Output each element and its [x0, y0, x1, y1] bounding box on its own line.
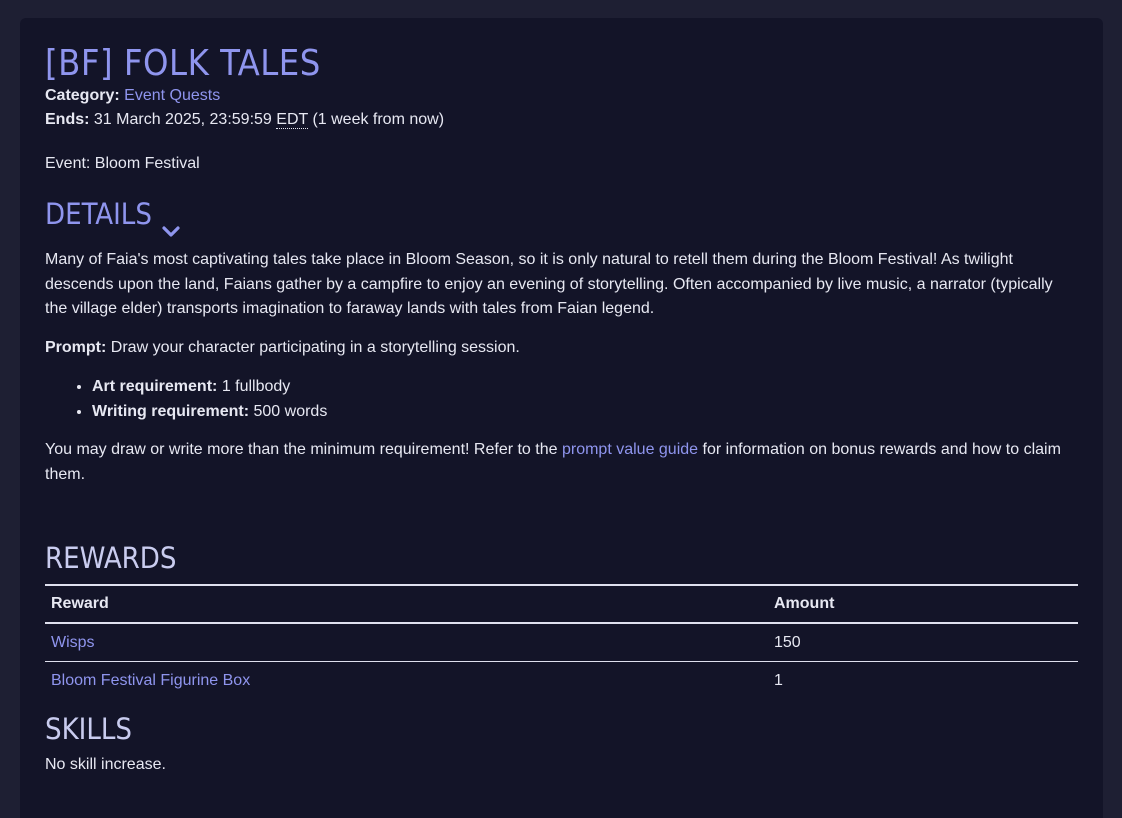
page-title: [BF] FOLK TALES: [45, 43, 321, 84]
requirement-value: 500 words: [253, 403, 328, 420]
table-row: Wisps 150: [45, 623, 1078, 662]
chevron-down-icon: [162, 208, 180, 237]
amount-cell: 1: [774, 671, 783, 689]
reward-link[interactable]: Wisps: [51, 634, 95, 651]
requirement-label: Art requirement:: [92, 378, 218, 395]
ends-date: 31 March 2025, 23:59:59: [93, 111, 272, 128]
column-header-reward: Reward: [45, 584, 768, 624]
requirement-label: Writing requirement:: [92, 403, 250, 420]
rewards-heading: REWARDS: [45, 541, 177, 575]
ends-label: Ends:: [45, 111, 90, 128]
timezone-abbr: EDT: [276, 111, 308, 129]
list-item: Writing requirement: 500 words: [92, 399, 1078, 424]
table-row: Bloom Festival Figurine Box 1: [45, 662, 1078, 700]
bonus-note: You may draw or write more than the mini…: [45, 438, 1078, 487]
prompt-line: Prompt: Draw your character participatin…: [45, 336, 1078, 361]
column-header-amount: Amount: [768, 584, 1078, 624]
requirement-value: 1 fullbody: [221, 378, 291, 395]
prompt-value-guide-link[interactable]: prompt value guide: [562, 441, 698, 458]
details-toggle[interactable]: DETAILS: [45, 194, 1078, 237]
event-line: Event: Bloom Festival: [45, 155, 200, 172]
ends-relative: (1 week from now): [312, 111, 445, 128]
category-line: Category: Event Quests: [45, 84, 1078, 108]
skills-text: No skill increase.: [45, 756, 166, 773]
category-label: Category:: [45, 87, 120, 104]
prompt-label: Prompt:: [45, 338, 107, 356]
note-text-before: You may draw or write more than the mini…: [45, 441, 558, 458]
reward-link[interactable]: Bloom Festival Figurine Box: [51, 672, 250, 689]
details-description: Many of Faia's most captivating tales ta…: [45, 251, 1053, 317]
prompt-text: Draw your character participating in a s…: [110, 338, 520, 356]
skills-heading: SKILLS: [45, 712, 132, 746]
category-link[interactable]: Event Quests: [124, 87, 220, 104]
ends-line: Ends: 31 March 2025, 23:59:59 EDT (1 wee…: [45, 108, 1078, 132]
requirements-list: Art requirement: 1 fullbody Writing requ…: [45, 374, 1078, 424]
table-header-row: Reward Amount: [45, 584, 1078, 624]
reward-cell: Wisps: [45, 623, 768, 662]
quest-card: [BF] FOLK TALES Category: Event Quests E…: [20, 18, 1103, 818]
list-item: Art requirement: 1 fullbody: [92, 374, 1078, 399]
details-heading: DETAILS: [45, 197, 152, 231]
reward-cell: Bloom Festival Figurine Box: [45, 662, 768, 700]
amount-cell: 150: [768, 623, 1078, 662]
rewards-table: Reward Amount Wisps 150 Bloom Festival F…: [45, 584, 1078, 699]
